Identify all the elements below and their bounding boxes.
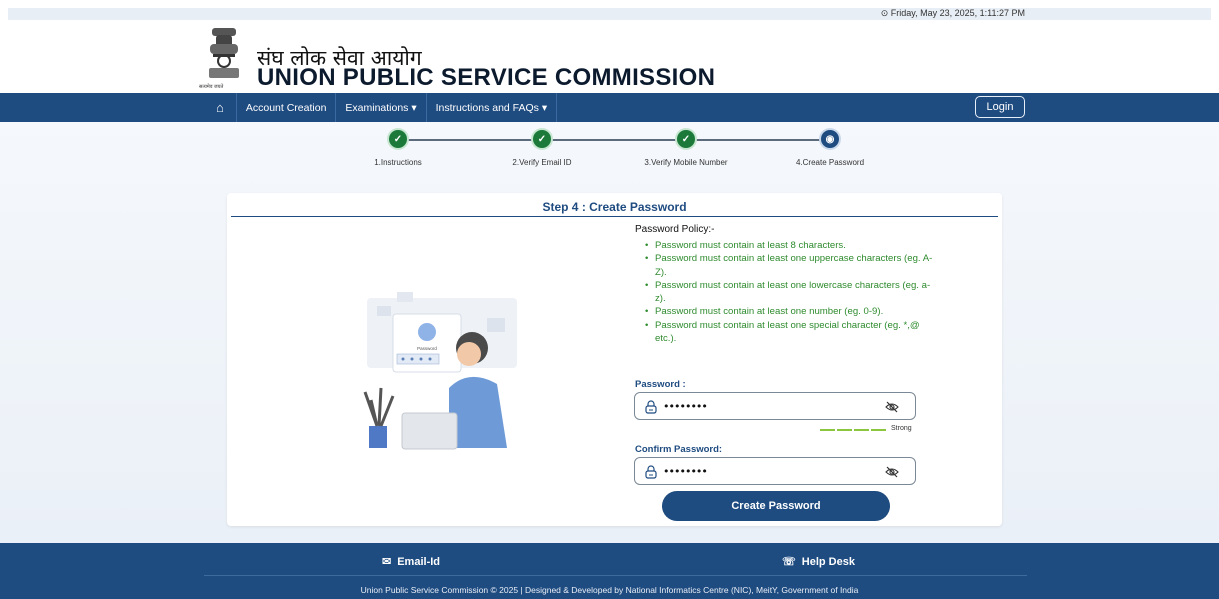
- lock-icon: [645, 400, 657, 414]
- card-title-divider: [231, 216, 998, 217]
- password-illustration: Password: [363, 292, 517, 450]
- lock-icon: [645, 465, 657, 479]
- top-bar: ⊙ Friday, May 23, 2025, 1:11:27 PM: [0, 0, 1219, 22]
- nav-examinations[interactable]: Examinations ▾: [336, 93, 427, 122]
- card-title: Step 4 : Create Password: [542, 200, 687, 214]
- password-policy-title: Password Policy:-: [635, 224, 715, 235]
- step-1-check-icon: ✓: [389, 130, 407, 148]
- national-emblem-icon: [209, 28, 239, 78]
- create-password-button[interactable]: Create Password: [662, 491, 890, 521]
- password-strength-label: Strong: [891, 425, 912, 432]
- nav-account-creation[interactable]: Account Creation: [237, 93, 337, 122]
- confirm-password-value: ••••••••: [663, 465, 708, 478]
- step-connector: [695, 139, 821, 141]
- nav-instructions-faqs[interactable]: Instructions and FAQs ▾: [427, 93, 558, 122]
- site-footer: ✉ Email-Id ☏ Help Desk Union Public Serv…: [0, 543, 1219, 599]
- step-3-label: 3.Verify Mobile Number: [644, 158, 728, 167]
- footer-divider: [204, 575, 1027, 576]
- footer-email-link[interactable]: ✉ Email-Id: [382, 555, 441, 569]
- login-button[interactable]: Login: [975, 96, 1025, 118]
- step-connector: [407, 139, 535, 141]
- step-2-label: 2.Verify Email ID: [512, 158, 572, 167]
- english-title: UNION PUBLIC SERVICE COMMISSION: [257, 64, 716, 91]
- password-value: ••••••••: [663, 400, 708, 413]
- step-connector: [551, 139, 679, 141]
- step-4-eye-icon: ◉: [821, 130, 839, 148]
- step-1-label: 1.Instructions: [374, 158, 422, 167]
- helpdesk-label: Help Desk: [801, 555, 855, 568]
- confirm-password-input[interactable]: ••••••••: [634, 457, 916, 485]
- illustration-label: Password: [417, 346, 437, 351]
- step-4-label: 4.Create Password: [795, 158, 865, 167]
- password-policy-list: Password must contain at least 8 charact…: [645, 239, 935, 345]
- policy-item: Password must contain at least one numbe…: [645, 305, 935, 319]
- password-input[interactable]: ••••••••: [634, 392, 916, 420]
- nav-items: ⌂ Account Creation Examinations ▾ Instru…: [204, 93, 558, 122]
- footer-copyright: Union Public Service Commission © 2025 |…: [360, 585, 859, 595]
- clock-icon: ⊙: [880, 8, 889, 18]
- policy-item: Password must contain at least 8 charact…: [645, 239, 935, 253]
- step-2-check-icon: ✓: [533, 130, 551, 148]
- top-strip: [8, 8, 1211, 20]
- policy-item: Password must contain at least one speci…: [645, 319, 935, 346]
- phone-icon: ☏: [782, 556, 796, 568]
- eye-slash-icon[interactable]: [885, 466, 899, 478]
- home-icon: ⌂: [216, 100, 224, 115]
- policy-item: Password must contain at least one lower…: [645, 279, 935, 306]
- site-header: सत्यमेव जयते संघ लोक सेवा आयोग UNION PUB…: [0, 22, 1219, 93]
- main-navbar: ⌂ Account Creation Examinations ▾ Instru…: [0, 93, 1219, 122]
- confirm-password-label: Confirm Password:: [635, 444, 723, 455]
- policy-item: Password must contain at least one upper…: [645, 252, 935, 279]
- datetime-text: Friday, May 23, 2025, 1:11:27 PM: [890, 8, 1025, 18]
- envelope-icon: ✉: [382, 556, 392, 568]
- footer-helpdesk-link[interactable]: ☏ Help Desk: [782, 555, 855, 569]
- eye-slash-icon[interactable]: [885, 401, 899, 413]
- step-3-check-icon: ✓: [677, 130, 695, 148]
- home-nav-button[interactable]: ⌂: [204, 93, 237, 122]
- emblem-caption: सत्यमेव जयते: [199, 84, 224, 90]
- datetime: ⊙ Friday, May 23, 2025, 1:11:27 PM: [881, 8, 1025, 19]
- email-label: Email-Id: [397, 555, 441, 568]
- password-strength-bar: [820, 429, 886, 431]
- password-label: Password :: [635, 379, 686, 390]
- create-password-card: Step 4 : Create Password Password Passwo…: [227, 193, 1002, 526]
